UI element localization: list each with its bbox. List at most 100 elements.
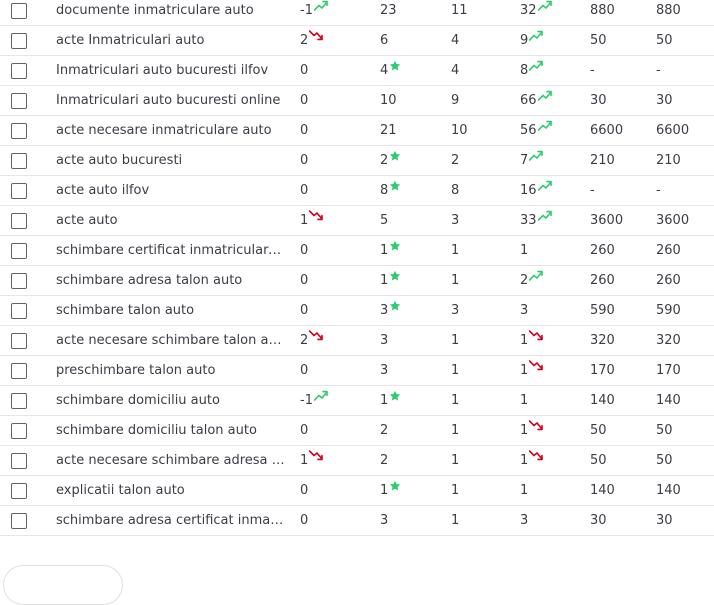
- search-volume-value: -: [590, 63, 595, 78]
- position-change-value: 0: [300, 93, 309, 108]
- search-volume-2: 30: [656, 86, 673, 115]
- table-row: explicatii talon auto 0 1 1 1 140 140: [0, 476, 714, 506]
- best-position-value: 3: [380, 513, 389, 528]
- search-volume-2-value: 140: [656, 393, 681, 408]
- best-position-value: 2: [380, 153, 389, 168]
- best-position: 3: [380, 356, 388, 385]
- search-volume-2: 50: [656, 446, 673, 475]
- row-checkbox[interactable]: [11, 183, 27, 199]
- star-icon: [389, 180, 403, 192]
- search-volume-2-value: -: [656, 63, 661, 78]
- row-checkbox[interactable]: [11, 453, 27, 469]
- keyword-text: acte necesare schimbare adresa talo...: [56, 453, 288, 468]
- search-volume-2: 140: [656, 386, 681, 415]
- search-volume-2: 140: [656, 476, 681, 505]
- position-change: 0: [300, 476, 308, 505]
- search-volume: -: [590, 176, 595, 205]
- search-volume-value: 140: [590, 483, 615, 498]
- row-checkbox[interactable]: [11, 393, 27, 409]
- table-row: acte auto ilfov 0 8 8 16 - -: [0, 176, 714, 206]
- position-change: 0: [300, 416, 308, 445]
- row-checkbox[interactable]: [11, 303, 27, 319]
- column-3-value-value: 3: [451, 303, 460, 318]
- column-3-value: 3: [451, 296, 459, 325]
- star-icon: [389, 390, 403, 402]
- search-volume-2-value: 210: [656, 153, 681, 168]
- position-change: 2: [300, 26, 324, 55]
- row-checkbox[interactable]: [11, 93, 27, 109]
- row-checkbox[interactable]: [11, 363, 27, 379]
- column-3-value: 1: [451, 476, 459, 505]
- column-4-value-value: 1: [520, 393, 529, 408]
- row-checkbox[interactable]: [11, 63, 27, 79]
- column-3-value-value: 1: [451, 423, 460, 438]
- keyword-text: acte necesare inmatriculare auto: [56, 123, 272, 138]
- position-change: 0: [300, 296, 308, 325]
- row-checkbox[interactable]: [11, 243, 27, 259]
- keyword-text: acte auto: [56, 213, 118, 228]
- column-4-value: 56: [520, 116, 552, 145]
- keyword-text: Inmatriculari auto bucuresti online: [56, 93, 281, 108]
- best-position: 1: [380, 386, 403, 415]
- best-position-value: 2: [380, 423, 389, 438]
- row-checkbox[interactable]: [11, 333, 27, 349]
- row-checkbox[interactable]: [11, 423, 27, 439]
- column-4-value: 1: [520, 326, 544, 355]
- position-change: 1: [300, 446, 324, 475]
- column-3-value: 1: [451, 326, 459, 355]
- row-checkbox[interactable]: [11, 483, 27, 499]
- table-row: schimbare adresa talon auto 0 1 1 2 260 260: [0, 266, 714, 296]
- table-row: acte necesare schimbare talon auto 2 3 1 1 32…: [0, 326, 714, 356]
- row-checkbox[interactable]: [11, 513, 27, 529]
- column-4-value-value: 33: [520, 213, 537, 228]
- column-3-value: 4: [451, 56, 459, 85]
- search-volume-value: -: [590, 183, 595, 198]
- search-volume-2-value: 260: [656, 273, 681, 288]
- position-change: 0: [300, 56, 308, 85]
- search-volume-value: 590: [590, 303, 615, 318]
- search-volume-value: 50: [590, 423, 607, 438]
- row-checkbox[interactable]: [11, 3, 27, 19]
- search-volume-value: 30: [590, 93, 607, 108]
- column-3-value-value: 10: [451, 123, 468, 138]
- position-change-value: 0: [300, 123, 309, 138]
- search-volume-2-value: 30: [656, 513, 673, 528]
- trend-up-icon: [529, 60, 544, 72]
- best-position-value: 6: [380, 33, 389, 48]
- column-3-value-value: 1: [451, 333, 460, 348]
- position-change-value: 1: [300, 453, 309, 468]
- search-volume-2: 210: [656, 146, 681, 175]
- search-volume-2-value: 6600: [656, 123, 690, 138]
- search-volume: 170: [590, 356, 615, 385]
- best-position-value: 21: [380, 123, 397, 138]
- search-volume-value: 260: [590, 273, 615, 288]
- row-checkbox[interactable]: [11, 153, 27, 169]
- table-row: schimbare talon auto 0 3 3 3 590 590: [0, 296, 714, 326]
- column-4-value: 3: [520, 296, 528, 325]
- best-position-value: 1: [380, 243, 389, 258]
- best-position: 3: [380, 326, 388, 355]
- column-4-value: 8: [520, 56, 544, 85]
- column-3-value-value: 1: [451, 393, 460, 408]
- column-4-value-value: 3: [520, 513, 529, 528]
- best-position: 21: [380, 116, 397, 145]
- search-volume: 140: [590, 386, 615, 415]
- keyword-text: acte auto ilfov: [56, 183, 150, 198]
- row-checkbox[interactable]: [11, 273, 27, 289]
- row-checkbox[interactable]: [11, 123, 27, 139]
- best-position-value: 2: [380, 453, 389, 468]
- bottom-button[interactable]: [3, 565, 123, 605]
- position-change-value: 0: [300, 63, 309, 78]
- column-4-value-value: 3: [520, 303, 529, 318]
- table-row: acte necesare schimbare adresa talo... 1 2…: [0, 446, 714, 476]
- row-checkbox[interactable]: [11, 33, 27, 49]
- position-change-value: 2: [300, 333, 309, 348]
- search-volume-2: 50: [656, 26, 673, 55]
- best-position-value: 1: [380, 273, 389, 288]
- best-position-value: 4: [380, 63, 389, 78]
- search-volume-2-value: 140: [656, 483, 681, 498]
- row-checkbox[interactable]: [11, 213, 27, 229]
- best-position: 3: [380, 506, 388, 535]
- column-3-value-value: 1: [451, 273, 460, 288]
- table-row: acte auto bucuresti 0 2 2 7 210 210: [0, 146, 714, 176]
